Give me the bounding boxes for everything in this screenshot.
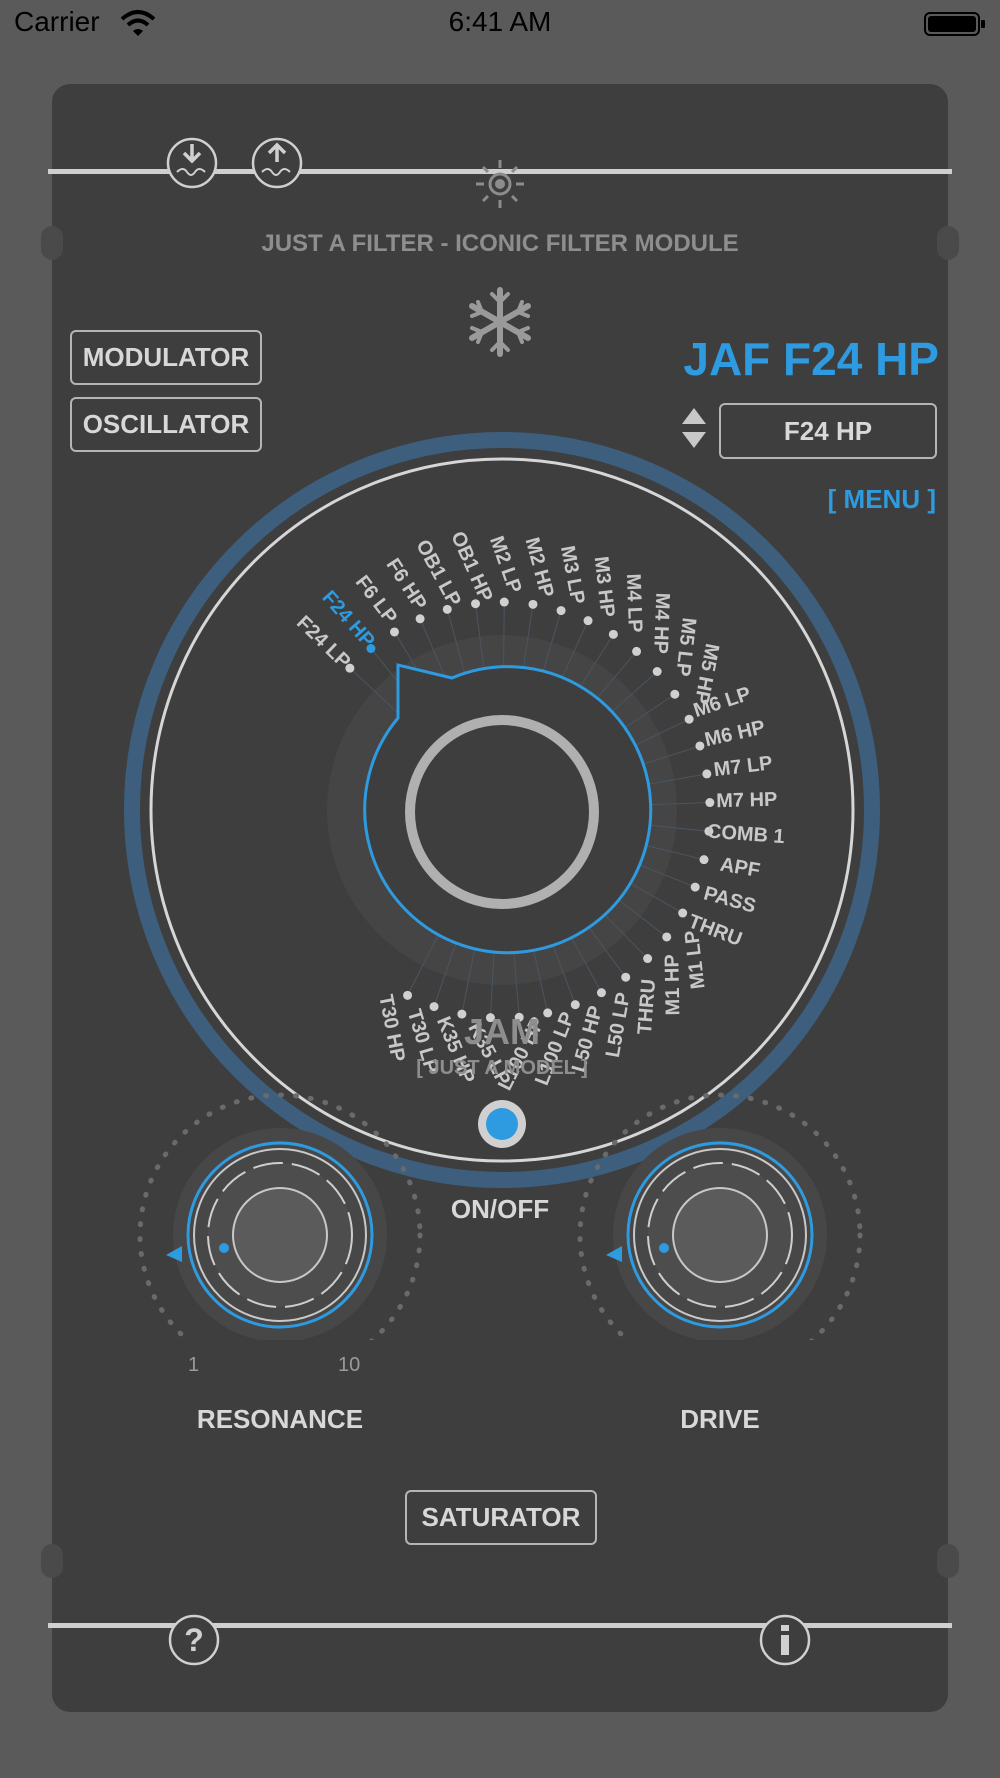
dial-filter-label[interactable]: M4 LP bbox=[622, 573, 646, 633]
dial-filter-label[interactable]: M4 HP bbox=[649, 592, 673, 654]
dial-step-dot[interactable] bbox=[499, 597, 509, 607]
dial-step-dot[interactable] bbox=[389, 627, 399, 637]
dial-filter-label[interactable]: PASS bbox=[701, 883, 758, 918]
dial-filter-label[interactable]: THRU bbox=[634, 978, 660, 1035]
model-title: JAM bbox=[464, 1011, 540, 1052]
dial-step-dot[interactable] bbox=[528, 599, 538, 609]
dial-step-dot[interactable] bbox=[702, 769, 712, 779]
dial-step-dot[interactable] bbox=[690, 882, 700, 892]
model-subtitle: [ JUST A MODEL ] bbox=[416, 1057, 587, 1079]
resonance-label: RESONANCE bbox=[196, 1404, 364, 1434]
dial-step-dot[interactable] bbox=[608, 629, 618, 639]
dial-filter-label[interactable]: M3 HP bbox=[590, 555, 619, 618]
dial-filter-label[interactable]: COMB 1 bbox=[706, 821, 785, 849]
dial-step-dot[interactable] bbox=[662, 932, 672, 942]
help-icon[interactable]: ? bbox=[167, 1613, 221, 1667]
dial-filter-label[interactable]: M7 HP bbox=[716, 789, 778, 812]
dial-step-dot[interactable] bbox=[678, 908, 688, 918]
dial-step-dot[interactable] bbox=[621, 972, 631, 982]
dial-filter-label[interactable]: T30 HP bbox=[374, 993, 409, 1064]
dial-step-dot[interactable] bbox=[570, 1000, 580, 1010]
info-icon[interactable] bbox=[758, 1613, 812, 1667]
resonance-knob[interactable] bbox=[130, 1090, 430, 1340]
dial-filter-label[interactable]: M2 HP bbox=[520, 535, 557, 600]
dial-filter-label[interactable]: M5 LP bbox=[671, 616, 700, 677]
resonance-indicator-dot bbox=[219, 1243, 229, 1253]
dial-step-dot[interactable] bbox=[632, 646, 642, 656]
dial-step-dot[interactable] bbox=[583, 616, 593, 626]
dial-step-dot[interactable] bbox=[699, 855, 709, 865]
svg-text:?: ? bbox=[184, 1622, 204, 1658]
dial-step-dot[interactable] bbox=[403, 990, 413, 1000]
drive-label: DRIVE bbox=[680, 1404, 760, 1434]
dial-filter-label[interactable]: M3 LP bbox=[556, 544, 589, 606]
dial-filter-label[interactable]: M1 HP bbox=[661, 954, 684, 1016]
drive-knob[interactable] bbox=[570, 1090, 870, 1340]
dial-step-dot[interactable] bbox=[543, 1008, 553, 1018]
dial-step-dot[interactable] bbox=[429, 1002, 439, 1012]
dial-step-dot[interactable] bbox=[643, 954, 653, 964]
saturator-button[interactable]: SATURATOR bbox=[405, 1490, 597, 1545]
dial-step-dot[interactable] bbox=[695, 741, 705, 751]
dial-step-dot[interactable] bbox=[705, 798, 715, 808]
dial-filter-label[interactable]: M6 HP bbox=[703, 716, 767, 751]
dial-filter-label[interactable]: L50 LP bbox=[602, 991, 635, 1059]
dial-step-dot[interactable] bbox=[652, 666, 662, 676]
resonance-min-label: 1 bbox=[188, 1354, 200, 1376]
drive-indicator-dot bbox=[659, 1243, 669, 1253]
dial-center-knob[interactable] bbox=[405, 715, 599, 909]
resonance-max-label: 10 bbox=[338, 1354, 361, 1376]
dial-filter-label[interactable]: M7 LP bbox=[713, 752, 774, 781]
power-toggle[interactable] bbox=[476, 1098, 528, 1150]
dial-step-dot[interactable] bbox=[596, 988, 606, 998]
dial-step-dot[interactable] bbox=[556, 606, 566, 616]
dial-step-dot[interactable] bbox=[415, 614, 425, 624]
dial-filter-label[interactable]: APF bbox=[718, 854, 761, 882]
dial-step-dot[interactable] bbox=[684, 714, 694, 724]
dial-step-dot[interactable] bbox=[670, 689, 680, 699]
